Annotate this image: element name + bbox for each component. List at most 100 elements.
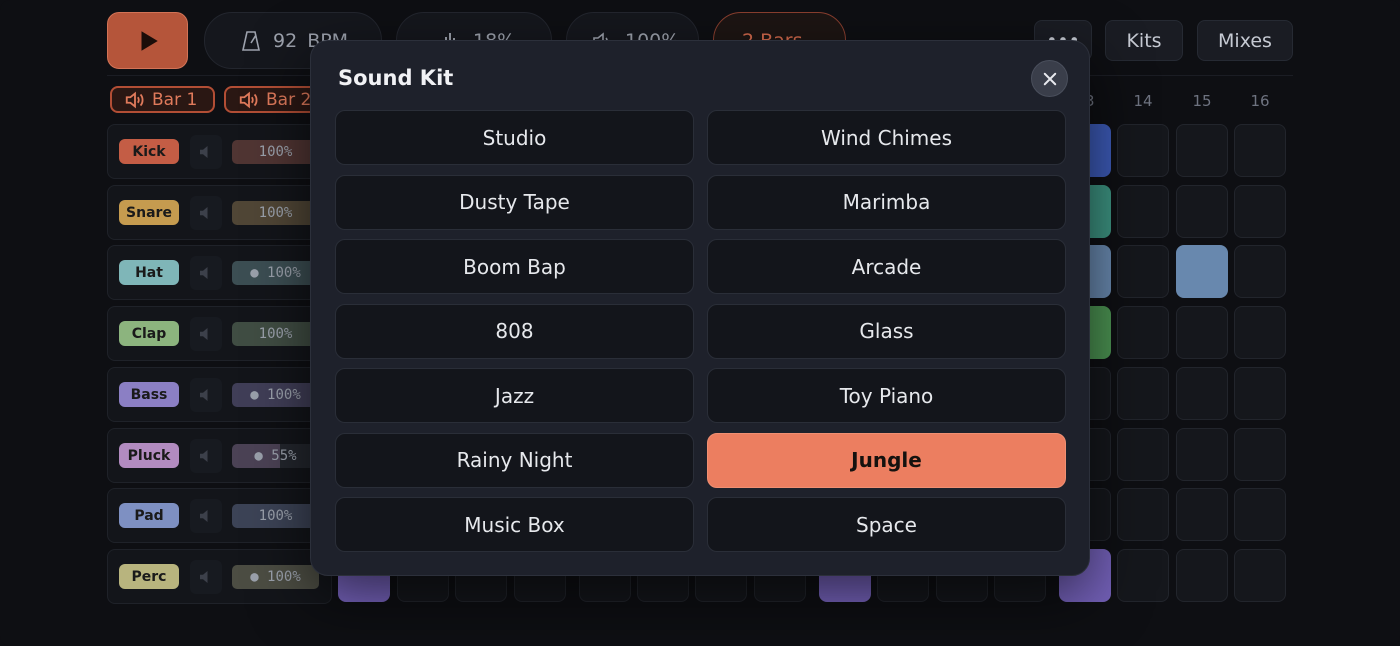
step-cell[interactable] <box>1176 488 1228 541</box>
mute-button[interactable] <box>190 499 222 533</box>
bar-2-chip[interactable]: Bar 2 <box>224 86 324 113</box>
sound-kit-dialog: Sound Kit Studio Wind Chimes Dusty Tape Mar… <box>310 40 1090 576</box>
mute-button[interactable] <box>190 256 222 290</box>
step-cell[interactable] <box>1117 306 1169 359</box>
kits-button[interactable]: Kits <box>1105 20 1183 61</box>
step-cell[interactable] <box>1117 245 1169 298</box>
step-cell[interactable] <box>1176 306 1228 359</box>
track-name-badge[interactable]: Pad <box>119 503 179 528</box>
step-cell[interactable] <box>1234 488 1286 541</box>
track-volume-slider[interactable]: 100% <box>232 140 319 164</box>
close-button[interactable] <box>1031 60 1068 97</box>
kit-option[interactable]: Rainy Night <box>335 432 694 488</box>
track-row: Pad 100% <box>107 488 332 543</box>
step-number-14: 14 <box>1133 92 1153 110</box>
kit-option[interactable]: Music Box <box>335 497 694 552</box>
step-cell[interactable] <box>1117 185 1169 238</box>
track-name-badge[interactable]: Bass <box>119 382 179 407</box>
track-name-badge[interactable]: Kick <box>119 139 179 164</box>
step-cell[interactable] <box>1117 124 1169 177</box>
step-cell[interactable] <box>1176 428 1228 481</box>
kit-option[interactable]: Dusty Tape <box>335 174 694 230</box>
step-cell[interactable] <box>1176 124 1228 177</box>
kits-label: Kits <box>1126 29 1162 52</box>
step-cell[interactable] <box>1176 185 1228 238</box>
step-cell[interactable] <box>1234 367 1286 420</box>
dialog-title: Sound Kit <box>338 66 454 90</box>
mute-button[interactable] <box>190 439 222 473</box>
kit-option[interactable]: Toy Piano <box>707 368 1066 423</box>
track-row: Bass ● 100% <box>107 367 332 422</box>
kit-option[interactable]: Jungle <box>707 432 1066 488</box>
step-cell[interactable] <box>1234 549 1286 602</box>
track-volume-slider[interactable]: ● 100% <box>232 383 319 407</box>
step-cell[interactable] <box>1234 185 1286 238</box>
play-button[interactable] <box>107 12 188 69</box>
track-volume-slider[interactable]: ● 100% <box>232 261 319 285</box>
step-cell[interactable] <box>1234 306 1286 359</box>
speaker-icon <box>239 91 258 108</box>
track-name-badge[interactable]: Clap <box>119 321 179 346</box>
track-row: Clap 100% <box>107 306 332 361</box>
kit-option[interactable]: 808 <box>335 303 694 359</box>
step-cell[interactable] <box>1176 245 1228 298</box>
metronome-icon <box>242 30 260 51</box>
track-volume-slider[interactable]: ● 55% <box>232 444 319 468</box>
track-volume-slider[interactable]: 100% <box>232 201 319 225</box>
sequencer-app: 92 BPM 18% 100% 2 Bars ••• Kits Mixes Ba… <box>0 0 1400 646</box>
step-cell[interactable] <box>1117 428 1169 481</box>
track-volume-slider[interactable]: 100% <box>232 504 319 528</box>
kit-option[interactable]: Glass <box>707 303 1066 359</box>
speaker-icon <box>200 207 208 219</box>
track-volume-value: ● 55% <box>254 448 297 464</box>
bar-2-label: Bar 2 <box>266 89 312 110</box>
step-cell[interactable] <box>1117 488 1169 541</box>
mute-button[interactable] <box>190 560 222 594</box>
track-name-badge[interactable]: Snare <box>119 200 179 225</box>
track-volume-value: 100% <box>258 144 293 160</box>
kit-option[interactable]: Boom Bap <box>335 239 694 294</box>
track-volume-slider[interactable]: ● 100% <box>232 565 319 589</box>
speaker-icon <box>200 571 208 583</box>
track-name-badge[interactable]: Hat <box>119 260 179 285</box>
speaker-icon <box>200 328 208 340</box>
track-volume-value: ● 100% <box>250 387 301 403</box>
mixes-button[interactable]: Mixes <box>1197 20 1293 61</box>
speaker-icon <box>125 91 144 108</box>
kit-option[interactable]: Wind Chimes <box>707 110 1066 165</box>
step-number-15: 15 <box>1192 92 1212 110</box>
tempo-value: 92 <box>273 29 298 52</box>
step-cell[interactable] <box>1176 367 1228 420</box>
mute-button[interactable] <box>190 196 222 230</box>
mute-button[interactable] <box>190 317 222 351</box>
track-row: Kick 100% <box>107 124 332 179</box>
kit-option[interactable]: Jazz <box>335 368 694 423</box>
close-icon <box>1043 72 1056 85</box>
speaker-icon <box>200 450 208 462</box>
kit-option[interactable]: Studio <box>335 110 694 165</box>
bar-1-chip[interactable]: Bar 1 <box>110 86 215 113</box>
speaker-icon <box>200 146 208 158</box>
speaker-icon <box>200 389 208 401</box>
track-volume-value: ● 100% <box>250 569 301 585</box>
kit-option[interactable]: Marimba <box>707 174 1066 230</box>
kit-option[interactable]: Space <box>707 497 1066 552</box>
speaker-icon <box>200 510 208 522</box>
step-cell[interactable] <box>1176 549 1228 602</box>
mute-button[interactable] <box>190 135 222 169</box>
track-volume-slider[interactable]: 100% <box>232 322 319 346</box>
step-number-16: 16 <box>1250 92 1270 110</box>
mute-button[interactable] <box>190 378 222 412</box>
track-name-badge[interactable]: Pluck <box>119 443 179 468</box>
step-cell[interactable] <box>1234 124 1286 177</box>
speaker-icon <box>200 267 208 279</box>
step-cell[interactable] <box>1117 549 1169 602</box>
kit-option[interactable]: Arcade <box>707 239 1066 294</box>
track-row: Pluck ● 55% <box>107 428 332 483</box>
track-volume-value: 100% <box>258 205 293 221</box>
step-cell[interactable] <box>1117 367 1169 420</box>
track-row: Hat ● 100% <box>107 245 332 300</box>
step-cell[interactable] <box>1234 245 1286 298</box>
step-cell[interactable] <box>1234 428 1286 481</box>
track-name-badge[interactable]: Perc <box>119 564 179 589</box>
